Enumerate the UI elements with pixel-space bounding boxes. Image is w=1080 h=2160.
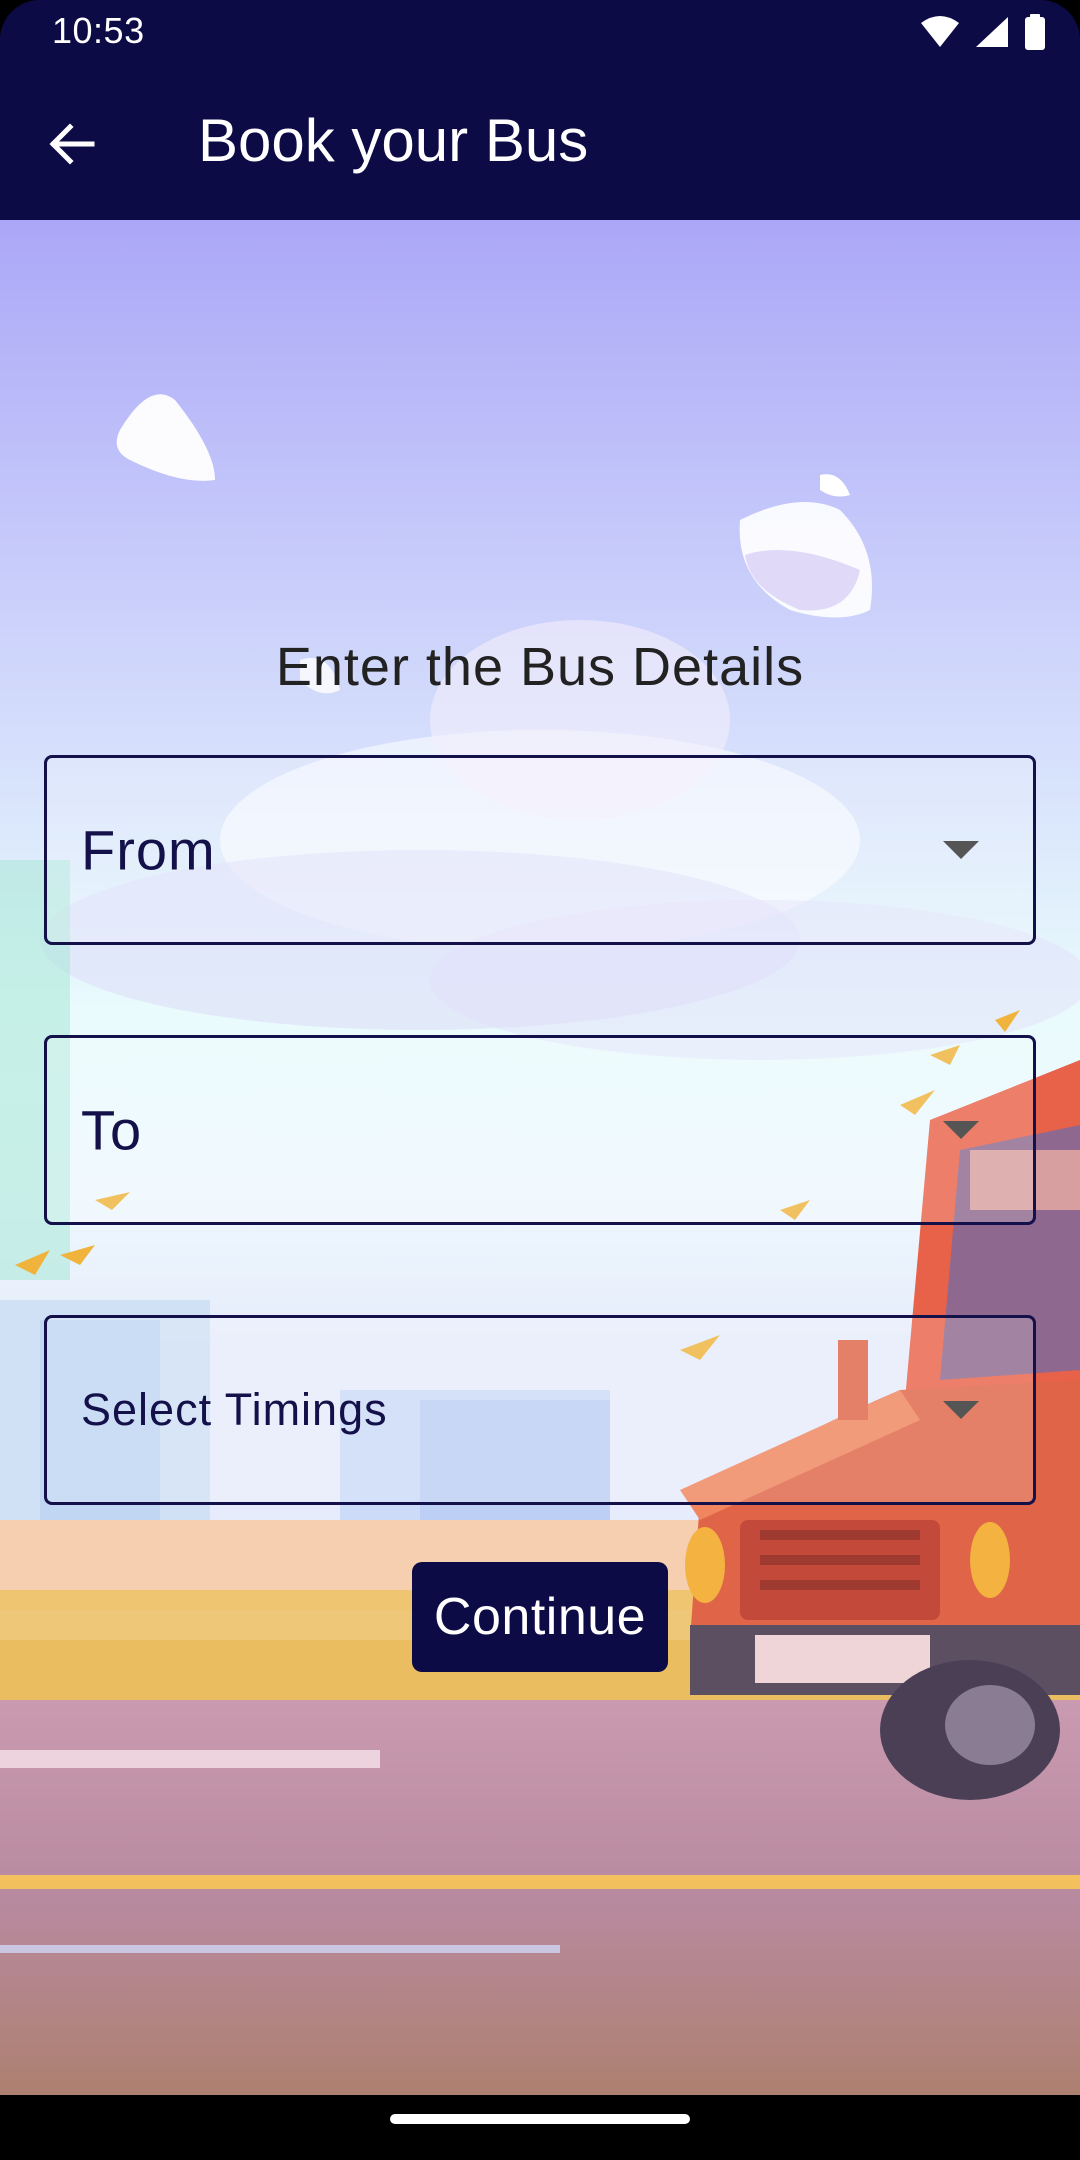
back-button[interactable] (36, 109, 106, 179)
chevron-down-icon (943, 1121, 979, 1139)
timings-dropdown-label: Select Timings (81, 1384, 388, 1435)
chevron-down-icon (943, 841, 979, 859)
status-bar: 10:53 (0, 0, 1080, 66)
wifi-icon (921, 16, 959, 47)
arrow-left-icon (49, 123, 95, 165)
app-bar: Book your Bus (0, 66, 1080, 220)
navigation-bar (0, 2095, 1080, 2160)
to-dropdown-label: To (81, 1098, 143, 1162)
battery-icon (1025, 14, 1045, 50)
page-title: Book your Bus (198, 107, 589, 174)
from-dropdown[interactable]: From (44, 755, 1036, 945)
form-heading: Enter the Bus Details (275, 637, 805, 697)
screen: 10:53 Book your Bus Enter the Bus Detail… (0, 0, 1080, 2095)
home-gesture-handle[interactable] (390, 2114, 690, 2124)
from-dropdown-label: From (81, 818, 216, 882)
chevron-down-icon (943, 1401, 979, 1419)
phone-frame: 10:53 Book your Bus Enter the Bus Detail… (0, 0, 1080, 2160)
signal-icon (976, 17, 1008, 47)
status-icons (920, 14, 1046, 50)
timings-dropdown[interactable]: Select Timings (44, 1315, 1036, 1505)
to-dropdown[interactable]: To (44, 1035, 1036, 1225)
status-time: 10:53 (52, 10, 145, 51)
continue-button[interactable]: Continue (412, 1562, 668, 1672)
booking-content: Enter the Bus Details From To Select Tim… (0, 220, 1080, 2095)
